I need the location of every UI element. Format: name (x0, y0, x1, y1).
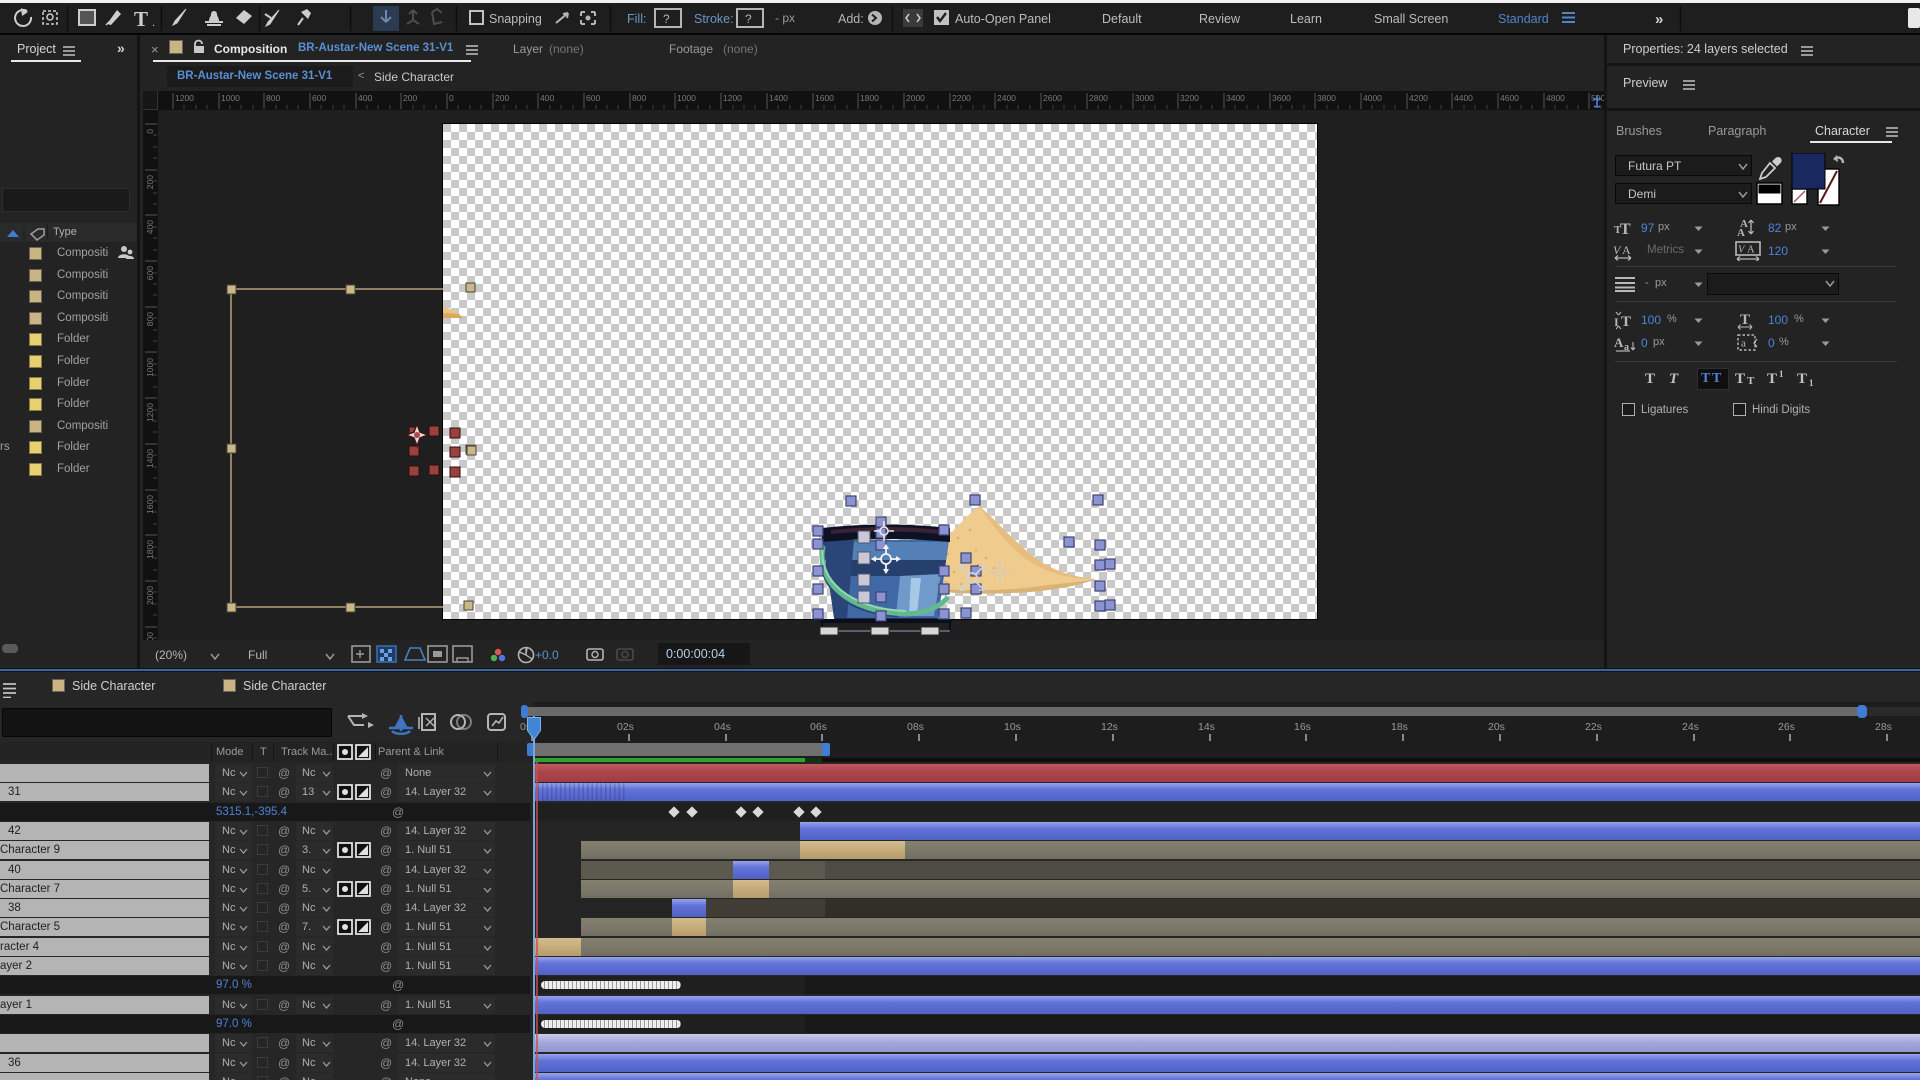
svg-text:Fill:: Fill: (627, 12, 646, 26)
svg-text:2800: 2800 (1089, 93, 1108, 103)
svg-text:Stroke:: Stroke: (694, 12, 734, 26)
svg-text:4200: 4200 (1409, 93, 1428, 103)
svg-text:200: 200 (403, 93, 417, 103)
svg-text:800: 800 (632, 93, 646, 103)
svg-text:A: A (1737, 227, 1745, 238)
svg-text:3800: 3800 (1317, 93, 1336, 103)
svg-text:1000: 1000 (221, 93, 240, 103)
svg-text:4000: 4000 (1363, 93, 1382, 103)
svg-text:0: 0 (449, 93, 454, 103)
svg-text:1000: 1000 (677, 93, 696, 103)
svg-text:T: T (1740, 312, 1750, 328)
svg-text:400: 400 (358, 93, 372, 103)
svg-text:3400: 3400 (1226, 93, 1245, 103)
svg-text:1000: 1000 (145, 358, 155, 377)
svg-text:2000: 2000 (906, 93, 925, 103)
svg-text:1800: 1800 (145, 540, 155, 559)
svg-text:- px: - px (775, 11, 795, 25)
svg-text:4800: 4800 (1546, 93, 1565, 103)
svg-text:3600: 3600 (1272, 93, 1291, 103)
svg-text:Add:: Add: (838, 12, 864, 26)
svg-text:A: A (1614, 335, 1624, 350)
svg-text:1600: 1600 (145, 495, 155, 514)
svg-text:Default: Default (1102, 12, 1142, 26)
svg-text:0: 0 (145, 129, 155, 134)
svg-text:a: a (1741, 338, 1746, 350)
svg-text:3000: 3000 (1135, 93, 1154, 103)
svg-text:3200: 3200 (1180, 93, 1199, 103)
svg-text:A: A (1747, 245, 1755, 256)
svg-text:600: 600 (312, 93, 326, 103)
svg-text:2400: 2400 (997, 93, 1016, 103)
svg-text:Snapping: Snapping (489, 12, 542, 26)
svg-text:A: A (1622, 243, 1631, 257)
svg-text:1400: 1400 (769, 93, 788, 103)
svg-text:.: . (152, 17, 155, 29)
svg-text:1600: 1600 (815, 93, 834, 103)
svg-text:1200: 1200 (723, 93, 742, 103)
svg-text:1400: 1400 (145, 449, 155, 468)
svg-text:V: V (1738, 245, 1746, 256)
svg-text:400: 400 (540, 93, 554, 103)
svg-text:T: T (1621, 314, 1631, 330)
svg-text:800: 800 (266, 93, 280, 103)
svg-text:2000: 2000 (145, 586, 155, 605)
svg-text:»: » (1655, 11, 1663, 28)
svg-text:4600: 4600 (1500, 93, 1519, 103)
svg-text:1800: 1800 (860, 93, 879, 103)
svg-text:?: ? (745, 12, 752, 26)
svg-text:Review: Review (1199, 12, 1241, 26)
svg-text:200: 200 (145, 175, 155, 189)
svg-text:Auto-Open Panel: Auto-Open Panel (955, 12, 1051, 26)
svg-text:2600: 2600 (1043, 93, 1062, 103)
svg-text:?: ? (663, 12, 670, 26)
svg-text:Standard: Standard (1498, 12, 1549, 26)
svg-text:2200: 2200 (952, 93, 971, 103)
svg-text:T: T (134, 7, 148, 31)
svg-text:4400: 4400 (1454, 93, 1473, 103)
svg-text:Learn: Learn (1290, 12, 1322, 26)
svg-text:T: T (1620, 221, 1631, 236)
svg-text:800: 800 (145, 312, 155, 326)
svg-text:600: 600 (586, 93, 600, 103)
svg-text:Small Screen: Small Screen (1374, 12, 1448, 26)
svg-text:V: V (1613, 243, 1622, 257)
svg-text:1200: 1200 (175, 93, 194, 103)
svg-text:200: 200 (495, 93, 509, 103)
svg-text:1200: 1200 (145, 403, 155, 422)
